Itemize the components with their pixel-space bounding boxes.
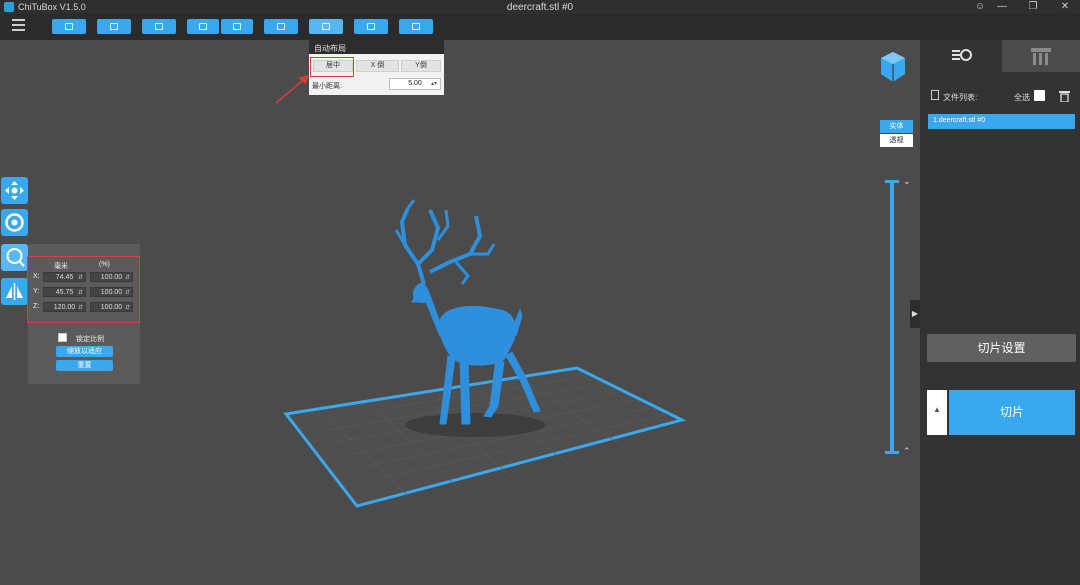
- arrange-button[interactable]: [309, 19, 343, 34]
- x-axis-button[interactable]: X 倒: [356, 60, 399, 72]
- select-all-checkbox[interactable]: [1034, 90, 1045, 101]
- rotate-icon: [5, 213, 24, 232]
- model-settings-icon: [952, 49, 972, 61]
- undo-button[interactable]: [187, 19, 219, 34]
- slice-button[interactable]: 切片: [949, 390, 1075, 435]
- copy-button[interactable]: [264, 19, 298, 34]
- redo-icon: [233, 23, 241, 30]
- redo-button[interactable]: [221, 19, 253, 34]
- view-cube-icon[interactable]: [878, 50, 908, 84]
- panel-collapse-button[interactable]: ▶: [910, 300, 920, 328]
- save-button[interactable]: [97, 19, 131, 34]
- slice-options-button[interactable]: ▲: [927, 390, 947, 435]
- chevron-up-icon: ▲: [933, 405, 941, 414]
- import-button[interactable]: [142, 19, 176, 34]
- copy-icon: [277, 23, 285, 30]
- file-list-label: 文件列表:: [943, 93, 978, 102]
- arrange-icon: [322, 23, 330, 30]
- minimize-icon[interactable]: —: [995, 1, 1009, 13]
- lock-ratio-label: 锁定比例: [76, 336, 104, 343]
- scale-tool-button[interactable]: [1, 244, 28, 271]
- settings-icon: [412, 23, 420, 30]
- file-icon: [931, 90, 939, 100]
- settings-button[interactable]: [399, 19, 433, 34]
- scale-fields-highlight: [27, 256, 140, 323]
- auto-layout-title: 自动布局: [309, 40, 444, 54]
- support-icon: [367, 23, 375, 30]
- undo-icon: [199, 23, 207, 30]
- chevron-up-icon[interactable]: ⌃: [903, 446, 911, 457]
- min-spacing-input[interactable]: 5.00 ▴▾: [389, 78, 441, 90]
- menu-icon[interactable]: [12, 19, 25, 31]
- supports-icon: [1031, 48, 1051, 65]
- tab-supports[interactable]: [1002, 40, 1080, 72]
- open-icon: [65, 23, 73, 30]
- fit-button[interactable]: 缩放以适应: [56, 346, 113, 357]
- model-shadow: [405, 413, 545, 437]
- move-icon: [5, 181, 24, 200]
- y-axis-button[interactable]: Y倒: [401, 60, 441, 72]
- slice-settings-button[interactable]: 切片设置: [927, 334, 1076, 362]
- xray-view-button[interactable]: 透视: [880, 134, 913, 147]
- min-spacing-value: 5.00: [408, 80, 422, 87]
- tab-model-settings[interactable]: [920, 40, 1002, 72]
- chevron-down-icon[interactable]: ⌄: [903, 176, 911, 187]
- save-icon: [110, 23, 118, 30]
- build-plate: [283, 366, 687, 508]
- title-bar: ChiTuBox V1.5.0 deercraft.stl #0 ☺ — ❐ ✕: [0, 0, 1080, 14]
- solid-view-button[interactable]: 实体: [880, 120, 913, 133]
- select-all-label: 全选: [1014, 93, 1030, 102]
- reset-button[interactable]: 重置: [56, 360, 113, 371]
- scale-icon: [6, 248, 25, 267]
- file-list-item[interactable]: 1.deercraft.stl #0: [928, 114, 1075, 129]
- move-tool-button[interactable]: [1, 177, 28, 204]
- toolbar: [0, 14, 1080, 40]
- import-icon: [155, 23, 163, 30]
- center-button-highlight: [310, 57, 354, 77]
- restore-icon[interactable]: ❐: [1026, 1, 1040, 13]
- lock-ratio-checkbox[interactable]: [58, 333, 67, 342]
- window-title: deercraft.stl #0: [506, 2, 574, 13]
- trash-icon[interactable]: [1059, 89, 1070, 103]
- stepper-icon[interactable]: ▴▾: [431, 80, 437, 87]
- open-button[interactable]: [52, 19, 86, 34]
- mirror-tool-button[interactable]: [1, 278, 28, 305]
- user-icon[interactable]: ☺: [973, 1, 987, 13]
- layer-slider[interactable]: [890, 181, 894, 453]
- close-icon[interactable]: ✕: [1058, 1, 1072, 13]
- mirror-icon: [6, 283, 23, 300]
- slider-bottom-handle[interactable]: [885, 451, 899, 454]
- support-button[interactable]: [354, 19, 388, 34]
- rotate-tool-button[interactable]: [1, 209, 28, 236]
- min-spacing-label: 最小距离:: [312, 83, 342, 90]
